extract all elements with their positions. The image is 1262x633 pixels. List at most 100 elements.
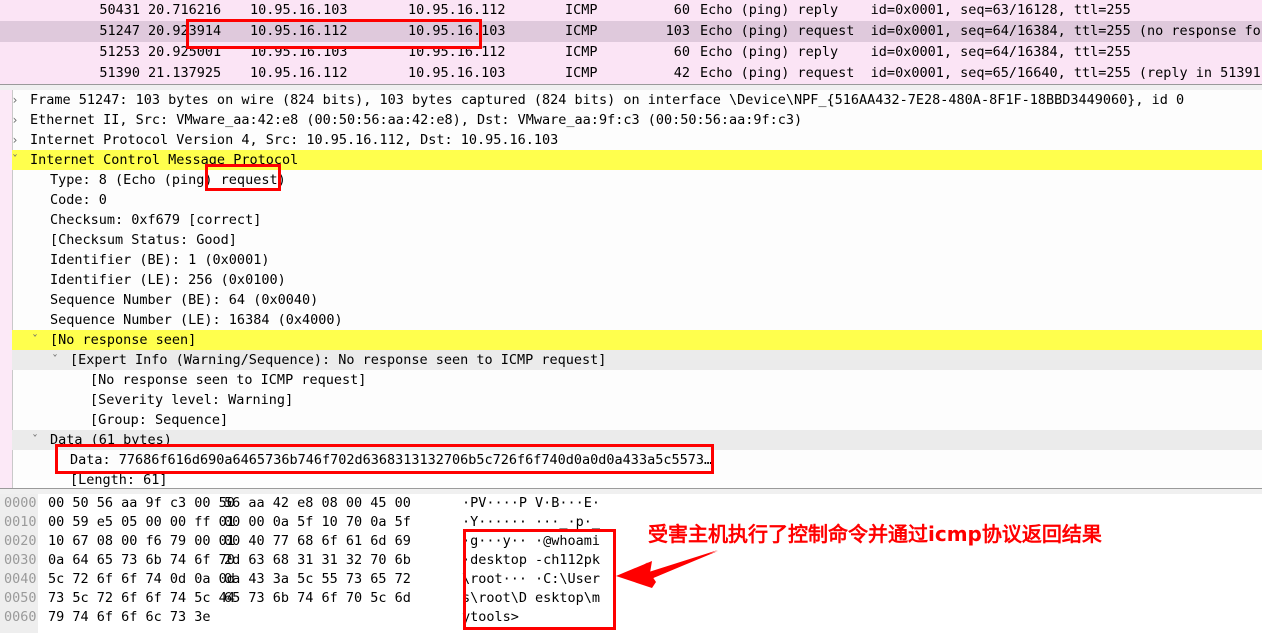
packet-no: 51247 <box>99 23 140 39</box>
hex-ascii-right: ·C:\User <box>535 571 601 587</box>
hex-offset: 0060 <box>4 609 37 625</box>
detail-tree-row[interactable]: Sequence Number (LE): 16384 (0x4000) <box>0 310 1262 330</box>
packet-source: 10.95.16.112 <box>250 65 348 81</box>
packet-list-row[interactable]: 51253 20.925001 10.95.16.103 10.95.16.112 IC… <box>0 42 1262 63</box>
hex-bytes-left: 5c 72 6f 6f 74 0d 0a 0d <box>48 571 235 587</box>
hex-dump-row[interactable]: 0000 00 50 56 aa 9f c3 00 50 56 aa 42 e8 0… <box>0 494 1262 513</box>
hex-bytes-left: 79 74 6f 6f 6c 73 3e <box>48 609 211 625</box>
detail-tree-label: Type: 8 (Echo (ping) request) <box>50 172 286 188</box>
packet-list-row[interactable]: 51390 21.137925 10.95.16.112 10.95.16.103 IC… <box>0 63 1262 84</box>
packet-source: 10.95.16.103 <box>250 2 348 18</box>
detail-tree-row[interactable]: Checksum: 0xf679 [correct] <box>0 210 1262 230</box>
detail-tree-label: Internet Protocol Version 4, Src: 10.95.… <box>30 132 559 148</box>
hex-bytes-right: 00 00 0a 5f 10 70 0a 5f <box>224 514 411 530</box>
packet-list-row[interactable]: 50431 20.716216 10.95.16.103 10.95.16.112 IC… <box>0 0 1262 21</box>
packet-destination: 10.95.16.112 <box>408 2 506 18</box>
packet-list-pane[interactable]: 50431 20.716216 10.95.16.103 10.95.16.112 IC… <box>0 0 1262 84</box>
detail-tree-label: Identifier (LE): 256 (0x0100) <box>50 272 286 288</box>
hex-bytes-right: 2d 63 68 31 31 32 70 6b <box>224 552 411 568</box>
hex-offset: 0020 <box>4 533 37 549</box>
packet-list-row[interactable]: 51247 20.923914 10.95.16.112 10.95.16.103 IC… <box>0 21 1262 42</box>
hex-ascii-right: ·@whoami <box>535 533 601 549</box>
detail-tree-row[interactable]: › Internet Protocol Version 4, Src: 10.95… <box>0 130 1262 150</box>
packet-length: 42 <box>673 65 690 81</box>
chevron-down-icon[interactable]: ˇ <box>28 430 42 450</box>
packet-info: Echo (ping) reply id=0x0001, seq=63/1612… <box>700 2 1131 18</box>
hex-ascii-left: ytools> <box>462 609 519 625</box>
detail-tree-row[interactable]: ˇ [No response seen] <box>0 330 1262 350</box>
chevron-right-icon[interactable]: › <box>8 110 22 130</box>
detail-tree-label: Internet Control Message Protocol <box>30 152 299 168</box>
row-highlight <box>12 330 1262 350</box>
detail-tree-row[interactable]: › Ethernet II, Src: VMware_aa:42:e8 (00:5… <box>0 110 1262 130</box>
packet-protocol: ICMP <box>565 44 598 60</box>
packet-time: 21.137925 <box>148 65 222 81</box>
wireshark-window: 2021-09-29sunhaoboQIANXIN2021-09-29sunha… <box>0 0 1262 633</box>
packet-source: 10.95.16.103 <box>250 44 348 60</box>
packet-destination: 10.95.16.103 <box>408 23 506 39</box>
packet-list-rows[interactable]: 50431 20.716216 10.95.16.103 10.95.16.112 IC… <box>0 0 1262 84</box>
hex-bytes-right: 56 aa 42 e8 08 00 45 00 <box>224 495 411 511</box>
hex-ascii-right: V·B···E· <box>535 495 601 511</box>
chevron-down-icon[interactable]: ˇ <box>48 350 62 370</box>
detail-tree-label: [Length: 61] <box>70 472 168 488</box>
detail-tree-label: Checksum: 0xf679 [correct] <box>50 212 262 228</box>
detail-tree-row[interactable]: Data: 77686f616d690a6465736b746f702d6368… <box>0 450 1262 470</box>
chevron-right-icon[interactable]: › <box>8 90 22 110</box>
packet-time: 20.925001 <box>148 44 222 60</box>
detail-tree-label: Frame 51247: 103 bytes on wire (824 bits… <box>30 92 1185 108</box>
detail-tree-row[interactable]: ˇ Data (61 bytes) <box>0 430 1262 450</box>
detail-tree-row[interactable]: Identifier (BE): 1 (0x0001) <box>0 250 1262 270</box>
detail-tree-label: [Expert Info (Warning/Sequence): No resp… <box>70 352 607 368</box>
hex-ascii-left: ·g···y·· <box>462 533 528 549</box>
detail-tree-label: Data: 77686f616d690a6465736b746f702d6368… <box>70 452 713 468</box>
detail-tree-row[interactable]: ˇ Internet Control Message Protocol <box>0 150 1262 170</box>
detail-tree-row[interactable]: Identifier (LE): 256 (0x0100) <box>0 270 1262 290</box>
hex-ascii-right: ···_·p·_ <box>535 514 601 530</box>
detail-tree-row[interactable]: [Severity level: Warning] <box>0 390 1262 410</box>
hex-ascii-left: s\root\D <box>462 590 528 606</box>
packet-destination: 10.95.16.103 <box>408 65 506 81</box>
packet-protocol: ICMP <box>565 2 598 18</box>
detail-tree-row[interactable]: Code: 0 <box>0 190 1262 210</box>
detail-tree-label: Sequence Number (BE): 64 (0x0040) <box>50 292 319 308</box>
chevron-down-icon[interactable]: ˇ <box>8 150 22 170</box>
hex-ascii-right: esktop\m <box>535 590 601 606</box>
packet-time: 20.923914 <box>148 23 222 39</box>
detail-tree-row[interactable]: [No response seen to ICMP request] <box>0 370 1262 390</box>
hex-dump-row[interactable]: 0060 79 74 6f 6f 6c 73 3e ytools> <box>0 608 1262 627</box>
detail-tree-row[interactable]: [Checksum Status: Good] <box>0 230 1262 250</box>
packet-detail-pane[interactable]: › Frame 51247: 103 bytes on wire (824 bit… <box>0 90 1262 488</box>
hex-ascii-left: \root··· <box>462 571 528 587</box>
detail-tree-row[interactable]: Type: 8 (Echo (ping) request) <box>0 170 1262 190</box>
detail-tree-label: Ethernet II, Src: VMware_aa:42:e8 (00:50… <box>30 112 803 128</box>
hex-bytes-left: 00 50 56 aa 9f c3 00 50 <box>48 495 235 511</box>
detail-tree-rows[interactable]: › Frame 51247: 103 bytes on wire (824 bit… <box>0 90 1262 488</box>
hex-bytes-left: 00 59 e5 05 00 00 ff 01 <box>48 514 235 530</box>
hex-dump-row[interactable]: 0050 73 5c 72 6f 6f 74 5c 44 65 73 6b 74 6… <box>0 589 1262 608</box>
packet-length: 103 <box>665 23 690 39</box>
chevron-down-icon[interactable]: ˇ <box>28 330 42 350</box>
packet-no: 51390 <box>99 65 140 81</box>
packet-protocol: ICMP <box>565 23 598 39</box>
detail-tree-row[interactable]: [Group: Sequence] <box>0 410 1262 430</box>
detail-tree-label: [No response seen] <box>50 332 197 348</box>
detail-tree-row[interactable]: ˇ [Expert Info (Warning/Sequence): No res… <box>0 350 1262 370</box>
detail-tree-row[interactable]: › Frame 51247: 103 bytes on wire (824 bit… <box>0 90 1262 110</box>
packet-info: Echo (ping) request id=0x0001, seq=65/16… <box>700 65 1262 81</box>
chevron-right-icon[interactable]: › <box>8 130 22 150</box>
detail-tree-label: [Group: Sequence] <box>90 412 229 428</box>
annotation-arrow-icon <box>616 550 718 588</box>
detail-tree-row[interactable]: [Length: 61] <box>0 470 1262 488</box>
hex-ascii-left: ·desktop <box>462 552 528 568</box>
hex-bytes-left: 10 67 08 00 f6 79 00 01 <box>48 533 235 549</box>
hex-bytes-right: 65 73 6b 74 6f 70 5c 6d <box>224 590 411 606</box>
hex-offset: 0040 <box>4 571 37 587</box>
detail-tree-row[interactable]: Sequence Number (BE): 64 (0x0040) <box>0 290 1262 310</box>
hex-bytes-left: 0a 64 65 73 6b 74 6f 70 <box>48 552 235 568</box>
hex-bytes-right: 00 40 77 68 6f 61 6d 69 <box>224 533 411 549</box>
packet-source: 10.95.16.112 <box>250 23 348 39</box>
hex-offset: 0030 <box>4 552 37 568</box>
detail-tree-label: Sequence Number (LE): 16384 (0x4000) <box>50 312 343 328</box>
packet-info: Echo (ping) request id=0x0001, seq=64/16… <box>700 23 1262 39</box>
